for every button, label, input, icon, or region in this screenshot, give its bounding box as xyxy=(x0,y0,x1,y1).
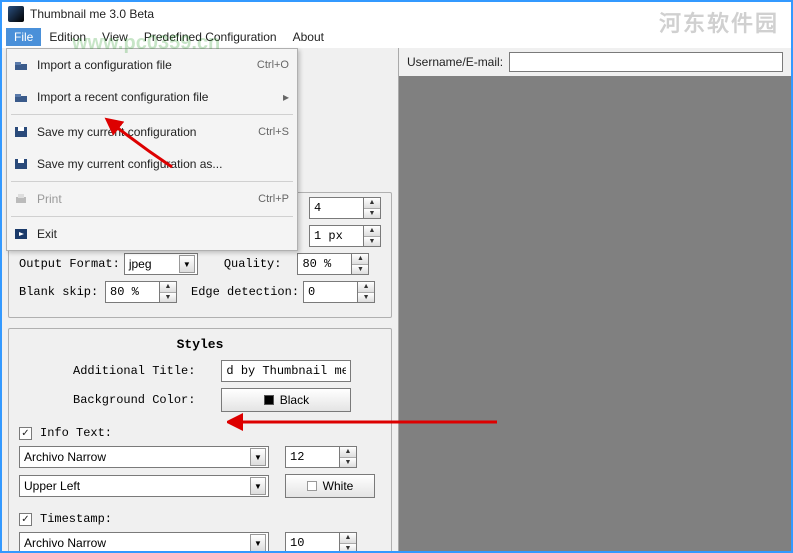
edge-input[interactable] xyxy=(303,281,357,303)
spin-up-icon[interactable]: ▲ xyxy=(160,282,176,293)
menu-predefined-configuration[interactable]: Predefined Configuration xyxy=(136,28,285,46)
color-swatch-icon xyxy=(307,481,317,491)
background-color-button[interactable]: Black xyxy=(221,388,351,412)
chevron-down-icon: ▼ xyxy=(250,534,266,551)
spinner-1-input[interactable] xyxy=(309,197,363,219)
output-format-select[interactable]: jpeg ▼ xyxy=(124,253,198,275)
info-text-label: Info Text: xyxy=(40,426,112,440)
info-size-input[interactable] xyxy=(285,446,339,468)
menu-save-as[interactable]: Save my current configuration as... xyxy=(7,148,297,180)
app-icon xyxy=(8,6,24,22)
menu-edition[interactable]: Edition xyxy=(41,28,94,46)
blank-skip-spinner[interactable]: ▲▼ xyxy=(105,281,177,303)
blank-skip-input[interactable] xyxy=(105,281,159,303)
import-icon xyxy=(11,57,31,73)
spin-down-icon[interactable]: ▼ xyxy=(340,458,356,468)
menu-save-as-label: Save my current configuration as... xyxy=(37,157,289,171)
menu-import-recent[interactable]: Import a recent configuration file ▸ xyxy=(7,81,297,113)
timestamp-size-spinner[interactable]: ▲▼ xyxy=(285,532,357,551)
username-label: Username/E-mail: xyxy=(407,55,503,69)
quality-spinner[interactable]: ▲▼ xyxy=(297,253,369,275)
chevron-down-icon: ▼ xyxy=(179,255,195,273)
print-icon xyxy=(11,191,31,207)
import-recent-icon xyxy=(11,89,31,105)
output-format-value: jpeg xyxy=(129,257,179,271)
menu-import-config[interactable]: Import a configuration file Ctrl+O xyxy=(7,49,297,81)
menu-separator xyxy=(11,114,293,115)
quality-input[interactable] xyxy=(297,253,351,275)
chevron-down-icon: ▼ xyxy=(250,477,266,495)
additional-title-input[interactable] xyxy=(221,360,351,382)
info-size-spinner[interactable]: ▲▼ xyxy=(285,446,357,468)
menu-view[interactable]: View xyxy=(94,28,136,46)
spin-up-icon[interactable]: ▲ xyxy=(340,447,356,458)
spin-down-icon[interactable]: ▼ xyxy=(358,293,374,303)
menu-save-current-shortcut: Ctrl+S xyxy=(258,126,289,138)
save-icon xyxy=(11,124,31,140)
save-as-icon xyxy=(11,156,31,172)
timestamp-size-input[interactable] xyxy=(285,532,339,551)
additional-title-label: Additional Title: xyxy=(73,364,195,378)
background-color-value: Black xyxy=(280,393,309,407)
info-font-select[interactable]: Archivo Narrow ▼ xyxy=(19,446,269,468)
timestamp-font-select[interactable]: Archivo Narrow ▼ xyxy=(19,532,269,551)
chevron-down-icon: ▼ xyxy=(250,448,266,466)
exit-icon xyxy=(11,226,31,242)
edge-spinner[interactable]: ▲▼ xyxy=(303,281,375,303)
spin-up-icon[interactable]: ▲ xyxy=(364,198,380,209)
menu-separator xyxy=(11,181,293,182)
info-color-value: White xyxy=(323,479,354,493)
spinner-2[interactable]: ▲▼ xyxy=(309,225,381,247)
username-strip: Username/E-mail: xyxy=(399,48,791,76)
spinner-2-input[interactable] xyxy=(309,225,363,247)
background-color-label: Background Color: xyxy=(73,393,195,407)
styles-title: Styles xyxy=(19,337,381,352)
spin-up-icon[interactable]: ▲ xyxy=(358,282,374,293)
menu-separator xyxy=(11,216,293,217)
menu-import-config-label: Import a configuration file xyxy=(37,58,257,72)
spin-down-icon[interactable]: ▼ xyxy=(364,237,380,247)
spin-up-icon[interactable]: ▲ xyxy=(364,226,380,237)
menu-print: Print Ctrl+P xyxy=(7,183,297,215)
spin-down-icon[interactable]: ▼ xyxy=(340,544,356,552)
menu-print-label: Print xyxy=(37,192,258,206)
file-menu-dropdown: Import a configuration file Ctrl+O Impor… xyxy=(6,48,298,251)
timestamp-label: Timestamp: xyxy=(40,512,112,526)
window-title: Thumbnail me 3.0 Beta xyxy=(30,7,154,21)
menubar: File Edition View Predefined Configurati… xyxy=(2,26,791,48)
quality-label: Quality: xyxy=(224,257,282,271)
info-position-select[interactable]: Upper Left ▼ xyxy=(19,475,269,497)
spin-up-icon[interactable]: ▲ xyxy=(352,254,368,265)
output-format-label: Output Format: xyxy=(19,257,120,271)
menu-about[interactable]: About xyxy=(285,28,332,46)
info-position-value: Upper Left xyxy=(24,479,250,493)
info-text-checkbox[interactable]: ✓ xyxy=(19,427,32,440)
menu-import-config-shortcut: Ctrl+O xyxy=(257,59,289,71)
menu-import-recent-label: Import a recent configuration file xyxy=(37,90,283,104)
spin-down-icon[interactable]: ▼ xyxy=(160,293,176,303)
submenu-arrow-icon: ▸ xyxy=(283,90,289,104)
edge-detection-label: Edge detection: xyxy=(191,285,299,299)
menu-save-current-label: Save my current configuration xyxy=(37,125,258,139)
timestamp-checkbox[interactable]: ✓ xyxy=(19,513,32,526)
menu-exit[interactable]: Exit xyxy=(7,218,297,250)
spin-up-icon[interactable]: ▲ xyxy=(340,533,356,544)
username-input[interactable] xyxy=(509,52,783,72)
menu-save-current[interactable]: Save my current configuration Ctrl+S xyxy=(7,116,297,148)
spin-down-icon[interactable]: ▼ xyxy=(352,265,368,275)
spinner-1[interactable]: ▲▼ xyxy=(309,197,381,219)
right-pane: Username/E-mail: xyxy=(398,48,791,551)
info-font-value: Archivo Narrow xyxy=(24,450,250,464)
menu-exit-label: Exit xyxy=(37,227,289,241)
color-swatch-icon xyxy=(264,395,274,405)
blank-skip-label: Blank skip: xyxy=(19,285,101,299)
timestamp-font-value: Archivo Narrow xyxy=(24,536,250,550)
styles-group: Styles Additional Title: Background Colo… xyxy=(8,328,392,551)
info-color-button[interactable]: White xyxy=(285,474,375,498)
menu-print-shortcut: Ctrl+P xyxy=(258,193,289,205)
titlebar: Thumbnail me 3.0 Beta xyxy=(2,2,791,26)
menu-file[interactable]: File xyxy=(6,28,41,46)
spin-down-icon[interactable]: ▼ xyxy=(364,209,380,219)
